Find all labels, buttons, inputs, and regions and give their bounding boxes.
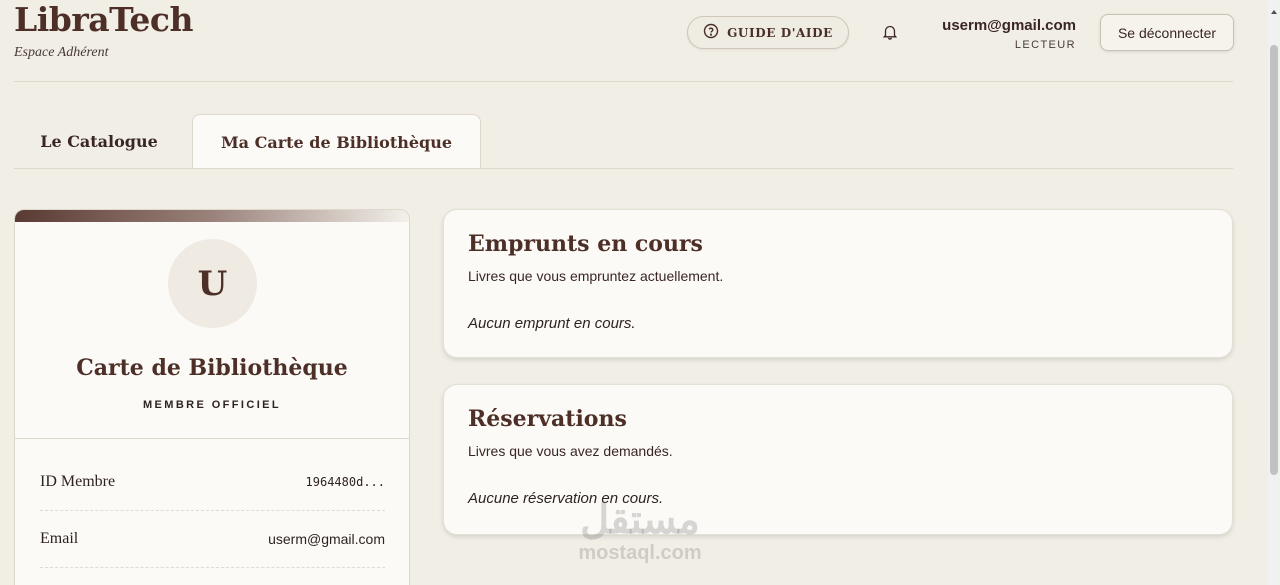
info-row-member-id: ID Membre 1964480d... (40, 453, 385, 511)
loans-empty-message: Aucun emprunt en cours. (468, 315, 636, 332)
member-card: U Carte de Bibliothèque MEMBRE OFFICIEL … (14, 209, 410, 585)
tab-library-card[interactable]: Ma Carte de Bibliothèque (192, 114, 481, 169)
card-title: Carte de Bibliothèque (76, 355, 348, 381)
loans-panel: Emprunts en cours Livres que vous emprun… (443, 209, 1233, 358)
info-row-email: Email userm@gmail.com (40, 510, 385, 568)
member-id-label: ID Membre (40, 472, 116, 490)
user-email: userm@gmail.com (942, 17, 1076, 34)
loans-title: Emprunts en cours (468, 231, 703, 257)
logout-button[interactable]: Se déconnecter (1100, 14, 1234, 51)
vertical-scrollbar[interactable] (1268, 0, 1280, 585)
loans-subtitle: Livres que vous empruntez actuellement. (468, 268, 724, 284)
watermark-latin: mostaql.com (578, 542, 702, 564)
scroll-up-arrow-icon[interactable] (1270, 3, 1278, 14)
tabs-divider (14, 168, 1233, 169)
bell-icon[interactable] (881, 23, 899, 41)
help-guide-label: GUIDE D'AIDE (727, 25, 833, 40)
email-value: userm@gmail.com (268, 530, 385, 547)
avatar: U (168, 239, 257, 328)
reservations-subtitle: Livres que vous avez demandés. (468, 443, 673, 459)
card-gradient-strip (15, 210, 409, 222)
reservations-panel: Réservations Livres que vous avez demand… (443, 384, 1233, 535)
card-divider (15, 438, 409, 439)
reservations-empty-message: Aucune réservation en cours. (468, 490, 664, 507)
reservations-title: Réservations (468, 406, 627, 432)
email-label: Email (40, 529, 79, 547)
brand: LibraTech Espace Adhérent (14, 0, 193, 61)
scrollbar-thumb[interactable] (1270, 45, 1278, 475)
header-divider (14, 81, 1233, 82)
member-id-value: 1964480d... (305, 474, 385, 489)
brand-title: LibraTech (14, 0, 193, 39)
brand-subtitle: Espace Adhérent (14, 45, 109, 60)
tab-catalogue[interactable]: Le Catalogue (14, 114, 184, 169)
user-role: LECTEUR (1014, 39, 1076, 51)
help-circle-icon (703, 23, 719, 42)
membership-badge: MEMBRE OFFICIEL (142, 399, 282, 411)
help-guide-button[interactable]: GUIDE D'AIDE (687, 16, 849, 49)
